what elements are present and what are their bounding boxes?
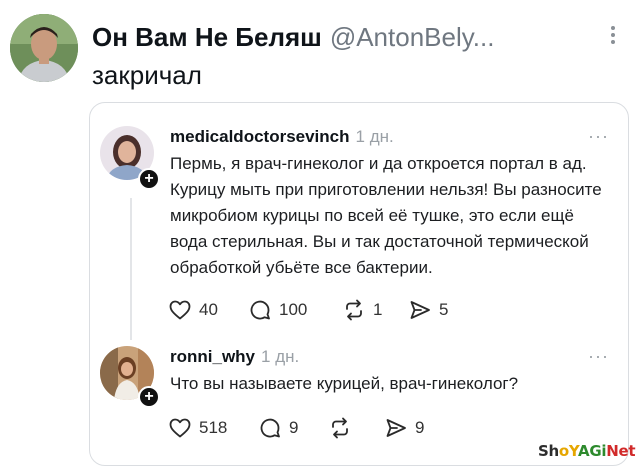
send-icon: [410, 301, 430, 319]
like-button[interactable]: 518: [168, 415, 227, 441]
repost-icon: [346, 299, 362, 321]
comment-icon: [250, 300, 270, 320]
post-time: 1 дн.: [355, 127, 394, 146]
post-time: 1 дн.: [261, 347, 300, 366]
post-actions: 40 100 1 5: [168, 297, 468, 323]
like-button[interactable]: 40: [168, 297, 218, 323]
tweet-text: закричал: [92, 60, 202, 90]
reply-button[interactable]: 100: [248, 297, 307, 323]
share-button[interactable]: 5: [408, 297, 448, 323]
more-options-icon[interactable]: [606, 24, 620, 50]
reply-count: 100: [279, 300, 308, 319]
author-handle[interactable]: @AntonBely...: [330, 22, 495, 52]
reply-button[interactable]: 9: [258, 415, 298, 441]
post-text: Что вы называете курицей, врач-гинеколог…: [170, 374, 519, 393]
heart-icon: [169, 300, 191, 320]
thread-connector-line: [130, 198, 132, 340]
post-username[interactable]: ronni_why: [170, 347, 255, 366]
repost-button[interactable]: [328, 415, 359, 441]
post-username[interactable]: medicaldoctorsevinch: [170, 127, 350, 146]
post-header: medicaldoctorsevinch 1 дн.: [170, 127, 394, 147]
tweet-header: Он Вам Не Беляш @AntonBely... закричал: [0, 0, 640, 100]
follow-plus-icon[interactable]: +: [138, 386, 160, 408]
author-avatar[interactable]: [10, 14, 78, 82]
comment-icon: [260, 418, 280, 438]
repost-icon: [332, 417, 348, 439]
post-more-icon[interactable]: ···: [588, 126, 609, 147]
share-count: 9: [415, 418, 425, 437]
post-header: ronni_why 1 дн.: [170, 347, 299, 367]
follow-plus-icon[interactable]: +: [138, 168, 160, 190]
site-watermark: ShoYAGiNet: [538, 442, 636, 460]
like-count: 40: [199, 300, 218, 319]
like-count: 518: [199, 418, 228, 437]
post-more-icon[interactable]: ···: [588, 346, 609, 367]
author-avatar-image: [10, 14, 78, 82]
heart-icon: [169, 418, 191, 438]
send-icon: [386, 419, 406, 437]
reply-count: 9: [289, 418, 299, 437]
author-name[interactable]: Он Вам Не Беляш: [92, 22, 322, 52]
repost-button[interactable]: 1: [342, 297, 382, 323]
post-text: Пермь, я врач-гинеколог и да откроется п…: [170, 154, 602, 277]
post-actions: 518 9 9: [168, 415, 468, 441]
share-count: 5: [439, 300, 449, 319]
repost-count: 1: [373, 300, 383, 319]
share-button[interactable]: 9: [384, 415, 424, 441]
author-line: Он Вам Не Беляш @AntonBely...: [92, 22, 494, 53]
